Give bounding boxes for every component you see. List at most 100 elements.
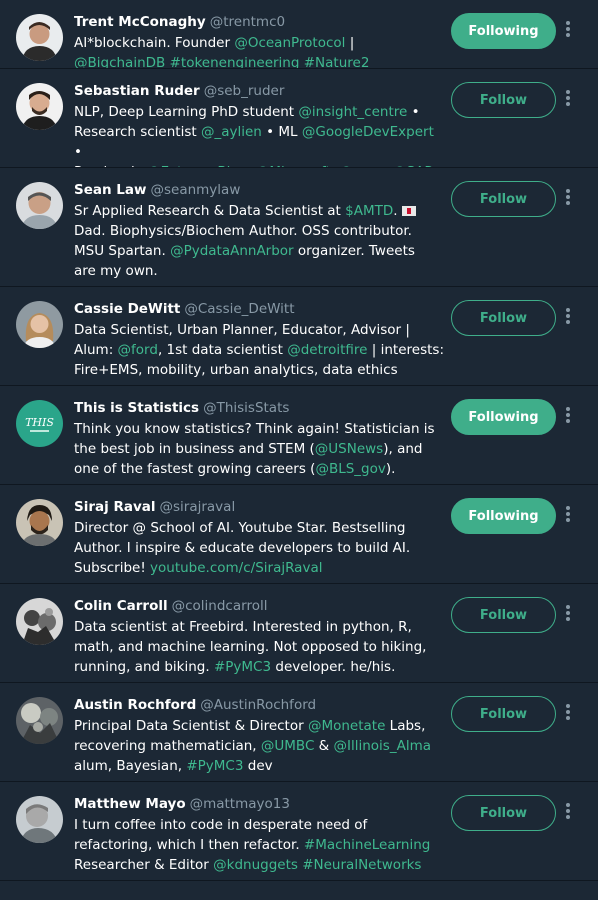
bio-link[interactable]: @_aylien: [201, 124, 262, 140]
bio-link[interactable]: @USNews: [315, 441, 383, 457]
bio-line: the best job in business and STEM (@USNe…: [74, 439, 444, 459]
who-to-follow-list: Trent McConaghy @trentmc0 AI*blockchain. F…: [0, 0, 598, 881]
bio-link[interactable]: #PyMC3: [186, 758, 243, 774]
user-name[interactable]: Sebastian Ruder: [74, 83, 200, 99]
bio-text: Data Scientist, Urban Planner, Educator,…: [74, 322, 410, 338]
bio-link[interactable]: @BigchainDB: [74, 55, 165, 68]
bio-line: AI*blockchain. Founder @OceanProtocol |: [74, 33, 444, 53]
more-options-icon[interactable]: [563, 308, 573, 328]
more-options-icon[interactable]: [563, 605, 573, 625]
user-row[interactable]: Matthew Mayo @mattmayo13 I turn coffee int…: [0, 782, 598, 881]
user-handle[interactable]: @ThisisStats: [203, 400, 289, 416]
bio-link[interactable]: @insight_centre: [298, 104, 407, 120]
follow-button[interactable]: Follow: [451, 696, 556, 732]
bio-text: MSU Spartan.: [74, 243, 171, 259]
user-row[interactable]: Colin Carroll @colindcarroll Data scientis…: [0, 584, 598, 683]
follow-button[interactable]: Follow: [451, 597, 556, 633]
user-info: Siraj Raval @sirajraval Director @ School …: [74, 498, 444, 578]
avatar[interactable]: [16, 14, 63, 61]
avatar[interactable]: [16, 598, 63, 645]
user-row[interactable]: Sebastian Ruder @seb_ruder NLP, Deep Learn…: [0, 69, 598, 168]
more-options-icon[interactable]: [563, 407, 573, 427]
bio-line: Think you know statistics? Think again! …: [74, 419, 444, 439]
bio-link[interactable]: #NeuralNetworks: [302, 857, 421, 873]
user-row[interactable]: THIS This is Statistics @ThisisStats Think …: [0, 386, 598, 485]
user-row[interactable]: Sean Law @seanmylaw Sr Applied Research & …: [0, 168, 598, 287]
user-handle[interactable]: @Cassie_DeWitt: [184, 301, 294, 317]
bio-link[interactable]: @kdnuggets: [213, 857, 298, 873]
avatar[interactable]: [16, 83, 63, 130]
user-bio: AI*blockchain. Founder @OceanProtocol | @…: [74, 33, 444, 68]
bio-link[interactable]: @Illinois_Alma: [334, 738, 432, 754]
bio-line: Sr Applied Research & Data Scientist at …: [74, 201, 444, 221]
bio-link[interactable]: #MachineLearning: [304, 837, 430, 853]
bio-link[interactable]: $AMTD: [345, 203, 393, 219]
avatar[interactable]: [16, 499, 63, 546]
user-row[interactable]: Trent McConaghy @trentmc0 AI*blockchain. F…: [0, 0, 598, 69]
more-options-icon[interactable]: [563, 90, 573, 110]
bio-line: recovering mathematician, @UMBC & @Illin…: [74, 736, 444, 756]
user-row[interactable]: Austin Rochford @AustinRochford Principal …: [0, 683, 598, 782]
avatar[interactable]: [16, 301, 63, 348]
more-options-icon[interactable]: [563, 803, 573, 823]
bio-link[interactable]: @UMBC: [261, 738, 314, 754]
bio-text: • ML: [261, 124, 302, 140]
bio-link[interactable]: @OceanProtocol: [234, 35, 345, 51]
user-bio: Principal Data Scientist & Director @Mon…: [74, 716, 444, 776]
bio-line: Director @ School of AI. Youtube Star. B…: [74, 518, 444, 538]
bio-line: alum, Bayesian, #PyMC3 dev: [74, 756, 444, 776]
bio-link[interactable]: @GoogleDevExpert: [302, 124, 434, 140]
user-handle[interactable]: @mattmayo13: [190, 796, 290, 812]
user-row[interactable]: Cassie DeWitt @Cassie_DeWitt Data Scientis…: [0, 287, 598, 386]
user-name[interactable]: Cassie DeWitt: [74, 301, 180, 317]
user-header: Cassie DeWitt @Cassie_DeWitt: [74, 300, 444, 319]
user-handle[interactable]: @trentmc0: [210, 14, 285, 30]
avatar[interactable]: THIS: [16, 400, 63, 447]
following-button[interactable]: Following: [451, 399, 556, 435]
bio-link[interactable]: @PydataAnnArbor: [170, 243, 294, 259]
more-options-icon[interactable]: [563, 21, 573, 41]
following-button[interactable]: Following: [451, 13, 556, 49]
avatar[interactable]: [16, 796, 63, 843]
bio-link[interactable]: youtube.com/c/SirajRaval: [150, 560, 322, 576]
bio-line: Fire+EMS, mobility, urban analytics, dat…: [74, 360, 444, 380]
avatar[interactable]: [16, 182, 63, 229]
user-name[interactable]: Matthew Mayo: [74, 796, 186, 812]
user-handle[interactable]: @seanmylaw: [150, 182, 240, 198]
user-bio: NLP, Deep Learning PhD student @insight_…: [74, 102, 444, 167]
more-options-icon[interactable]: [563, 506, 573, 526]
bio-line: running, and biking. #PyMC3 developer. h…: [74, 657, 444, 677]
bio-text: Subscribe!: [74, 560, 151, 576]
bio-text: |: [345, 35, 355, 51]
user-name[interactable]: Colin Carroll: [74, 598, 168, 614]
more-options-icon[interactable]: [563, 704, 573, 724]
user-name[interactable]: Sean Law: [74, 182, 146, 198]
bio-link[interactable]: #Nature2: [304, 55, 370, 68]
follow-button[interactable]: Follow: [451, 181, 556, 217]
user-name[interactable]: Trent McConaghy: [74, 14, 206, 30]
bio-link[interactable]: #PyMC3: [214, 659, 271, 675]
bio-link[interactable]: @BLS_gov: [315, 461, 385, 477]
user-info: Sean Law @seanmylaw Sr Applied Research & …: [74, 181, 444, 281]
bio-link[interactable]: @ford: [118, 342, 158, 358]
bio-line: Dad. Biophysics/Biochem Author. OSS cont…: [74, 221, 444, 241]
following-button[interactable]: Following: [451, 498, 556, 534]
bio-link[interactable]: @Monetate: [308, 718, 385, 734]
bio-link[interactable]: @detroitfire: [287, 342, 367, 358]
avatar[interactable]: [16, 697, 63, 744]
user-row[interactable]: Siraj Raval @sirajraval Director @ School …: [0, 485, 598, 584]
user-handle[interactable]: @sirajraval: [160, 499, 236, 515]
user-handle[interactable]: @colindcarroll: [172, 598, 268, 614]
user-name[interactable]: Siraj Raval: [74, 499, 156, 515]
follow-button[interactable]: Follow: [451, 82, 556, 118]
follow-button[interactable]: Follow: [451, 300, 556, 336]
user-handle[interactable]: @seb_ruder: [204, 83, 285, 99]
user-handle[interactable]: @AustinRochford: [200, 697, 316, 713]
bio-text: Data scientist at Freebird. Interested i…: [74, 619, 412, 635]
more-options-icon[interactable]: [563, 189, 573, 209]
follow-button[interactable]: Follow: [451, 795, 556, 831]
user-header: Sebastian Ruder @seb_ruder: [74, 82, 444, 101]
user-name[interactable]: This is Statistics: [74, 400, 199, 416]
bio-link[interactable]: #tokenengineering: [170, 55, 300, 68]
user-name[interactable]: Austin Rochford: [74, 697, 196, 713]
